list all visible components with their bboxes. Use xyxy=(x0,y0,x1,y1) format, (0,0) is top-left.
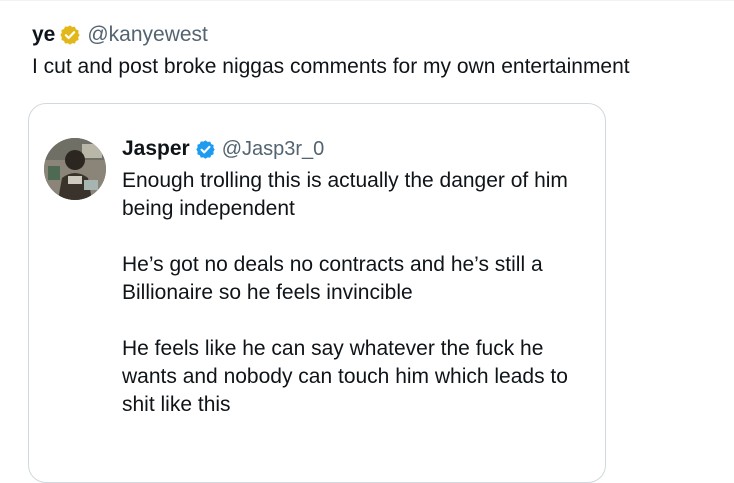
quoted-line: Enough trolling this is actually the dan… xyxy=(122,169,568,192)
tweet-text: I cut and post broke niggas comments for… xyxy=(32,55,630,78)
author-display-name[interactable]: ye xyxy=(32,23,55,47)
quoted-line: wants and nobody can touch him which lea… xyxy=(122,365,568,388)
quoted-line: shit like this xyxy=(122,393,231,416)
top-divider xyxy=(0,0,734,1)
quoted-line: He’s got no deals no contracts and he’s … xyxy=(122,253,543,276)
author-handle[interactable]: @kanyewest xyxy=(87,23,208,47)
quoted-line: He feels like he can say whatever the fu… xyxy=(122,337,544,360)
quoted-tweet-body: Jasper @Jasp3r_0 Enough trolling this is… xyxy=(122,134,597,419)
quoted-paragraph-2: He’s got no deals no contracts and he’s … xyxy=(122,251,597,307)
quoted-tweet-header: Jasper @Jasp3r_0 xyxy=(122,134,597,164)
quoted-author-display-name[interactable]: Jasper xyxy=(122,137,190,161)
quoted-paragraph-1: Enough trolling this is actually the dan… xyxy=(122,167,597,223)
quoted-author-avatar[interactable] xyxy=(44,138,106,200)
quoted-line: being independent xyxy=(122,197,295,220)
gold-verified-badge-icon[interactable] xyxy=(59,24,81,46)
quoted-author-handle[interactable]: @Jasp3r_0 xyxy=(222,138,325,161)
quoted-paragraph-3: He feels like he can say whatever the fu… xyxy=(122,335,597,419)
blue-verified-badge-icon[interactable] xyxy=(195,139,216,160)
quoted-line: Billionaire so he feels invincible xyxy=(122,281,413,304)
tweet: ye @kanyewest I cut and post broke nigga… xyxy=(32,20,734,81)
quoted-tweet-card[interactable]: Jasper @Jasp3r_0 Enough trolling this is… xyxy=(28,103,606,483)
tweet-header: ye @kanyewest xyxy=(32,20,734,50)
